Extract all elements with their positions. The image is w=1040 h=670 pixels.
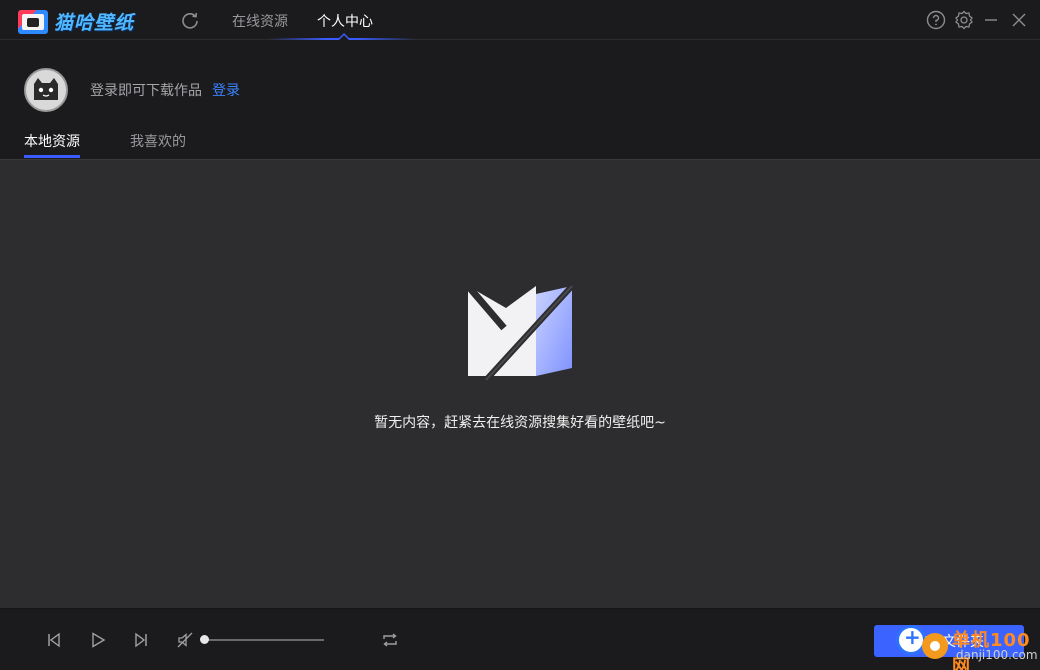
settings-icon[interactable]	[953, 9, 975, 31]
tab-favorites[interactable]: 我喜欢的	[130, 131, 186, 151]
mute-icon[interactable]	[176, 631, 194, 649]
login-hint-text: 登录即可下载作品	[90, 83, 202, 99]
play-icon[interactable]	[89, 631, 107, 649]
active-tab-caret-icon	[338, 32, 350, 40]
select-folder-label: 选择文件夹	[914, 634, 984, 650]
local-resources-panel: 暂无内容，赶紧去在线资源搜集好看的壁纸吧~	[0, 160, 1040, 608]
avatar[interactable]	[24, 68, 68, 112]
player-bar: 选择文件夹 + 单机100网 danji100.com	[0, 608, 1040, 670]
next-icon[interactable]	[132, 631, 150, 649]
select-folder-button[interactable]: 选择文件夹	[874, 625, 1024, 657]
volume-slider[interactable]	[204, 639, 324, 641]
repeat-icon[interactable]	[381, 631, 399, 649]
cat-avatar-icon	[34, 78, 58, 100]
previous-icon[interactable]	[45, 631, 63, 649]
profile-section: 登录即可下载作品 登录 本地资源 我喜欢的	[0, 40, 1040, 160]
cat-logo-icon	[18, 9, 48, 34]
refresh-icon[interactable]	[180, 10, 200, 30]
empty-state-message: 暂无内容，赶紧去在线资源搜集好看的壁纸吧~	[374, 415, 666, 431]
login-link[interactable]: 登录	[212, 80, 240, 100]
tab-online-resources[interactable]: 在线资源	[232, 11, 288, 31]
sub-tab-indicator	[24, 155, 80, 158]
volume-slider-handle[interactable]	[200, 635, 209, 644]
empty-folder-icon	[466, 284, 575, 382]
tab-local-resources[interactable]: 本地资源	[24, 131, 80, 151]
app-title: 猫哈壁纸	[54, 12, 135, 34]
close-icon[interactable]	[1008, 9, 1030, 31]
app-logo: 猫哈壁纸	[18, 8, 134, 35]
help-icon[interactable]	[925, 9, 947, 31]
title-bar: 猫哈壁纸 在线资源 个人中心	[0, 0, 1040, 40]
tab-personal-center[interactable]: 个人中心	[317, 11, 373, 31]
minimize-icon[interactable]	[980, 9, 1002, 31]
